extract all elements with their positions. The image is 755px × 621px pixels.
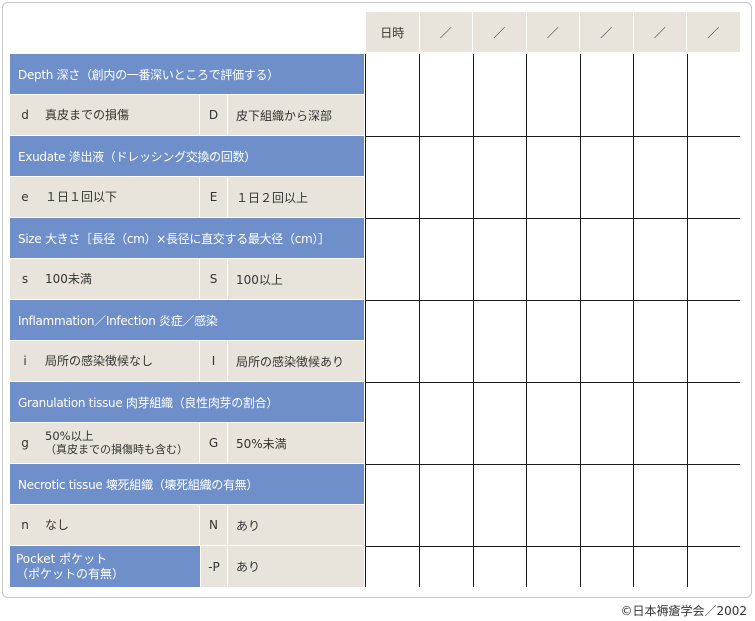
date-slot-6[interactable]: ／ — [686, 12, 740, 52]
score-code: G — [200, 423, 228, 463]
score-desc: 100未満 — [40, 259, 200, 299]
section-header-necrotic: Necrotic tissue 壊死組織（壊死組織の有無） — [10, 464, 364, 505]
score-code: N — [200, 505, 228, 545]
score-code: I — [200, 341, 228, 381]
grid-hline — [366, 546, 740, 547]
score-desc: 局所の感染徴候あり — [236, 354, 345, 369]
grid-vline — [473, 54, 474, 587]
score-desc-line: 50%以上 — [45, 428, 94, 443]
score-code: g — [21, 436, 29, 450]
score-code: n — [21, 518, 29, 532]
grid-vline — [526, 54, 527, 587]
copyright-text: ©日本褥瘡学会／2002 — [620, 604, 747, 618]
score-desc: １日１回以下 — [40, 177, 200, 217]
grid-hline — [366, 464, 740, 465]
score-code: S — [200, 259, 228, 299]
score-code: E — [200, 177, 228, 217]
score-desc: あり — [236, 518, 261, 533]
score-code: i — [23, 354, 27, 368]
section-header-depth: Depth 深さ（創内の一番深いところで評価する） — [10, 54, 364, 95]
score-code: s — [21, 272, 29, 286]
score-desc: 50%以上 （真皮までの損傷時も含む） — [40, 423, 200, 463]
criteria-row-necrotic: n なし N あり — [10, 505, 364, 546]
score-desc-line: （真皮までの損傷時も含む） — [45, 443, 188, 457]
criteria-row-depth: d 真皮までの損傷 D 皮下組織から深部 — [10, 95, 364, 136]
criteria-column: Depth 深さ（創内の一番深いところで評価する） d 真皮までの損傷 D 皮下… — [10, 54, 364, 587]
criteria-row-granulation: g 50%以上 （真皮までの損傷時も含む） G 50%未満 — [10, 423, 364, 464]
date-columns: 日時 ／ ／ ／ ／ ／ ／ — [365, 12, 740, 587]
score-code: e — [21, 190, 29, 204]
date-label: 日時 — [365, 12, 419, 52]
score-desc: 100以上 — [236, 272, 283, 287]
score-code: -P — [200, 546, 228, 587]
date-slot-1[interactable]: ／ — [418, 12, 472, 52]
section-header-granulation: Granulation tissue 肉芽組織（良性肉芽の割合） — [10, 382, 364, 423]
grid-hline — [366, 136, 740, 137]
date-slot-4[interactable]: ／ — [579, 12, 633, 52]
pocket-title: Pocket ポケット — [16, 551, 108, 566]
criteria-row-inflammation: i 局所の感染徴候なし I 局所の感染徴候あり — [10, 341, 364, 382]
date-slot-3[interactable]: ／ — [525, 12, 579, 52]
criteria-row-size: s 100未満 S 100以上 — [10, 259, 364, 300]
score-desc: 局所の感染徴候なし — [40, 341, 200, 381]
date-slot-2[interactable]: ／ — [472, 12, 526, 52]
section-header-exudate: Exudate 滲出液（ドレッシング交換の回数） — [10, 136, 364, 177]
score-desc: 50%未満 — [236, 436, 287, 451]
grid-hline — [366, 218, 740, 219]
date-slot-5[interactable]: ／ — [632, 12, 686, 52]
criteria-row-exudate: e １日１回以下 E １日２回以上 — [10, 177, 364, 218]
score-desc: １日２回以上 — [236, 190, 309, 205]
grid-vline — [687, 54, 688, 587]
date-header-row: 日時 ／ ／ ／ ／ ／ ／ — [365, 12, 740, 52]
grid-vline — [580, 54, 581, 587]
grid-vline — [419, 54, 420, 587]
grid-hline — [366, 382, 740, 383]
score-desc: なし — [40, 505, 200, 545]
criteria-row-pocket: Pocket ポケット （ポケットの有無） -P あり — [10, 546, 364, 587]
grid-vline — [633, 54, 634, 587]
section-header-size: Size 大きさ［長径（cm）×長径に直交する最大径（cm）］ — [10, 218, 364, 259]
score-grid[interactable] — [365, 54, 740, 587]
pocket-subtitle: （ポケットの有無） — [16, 566, 125, 581]
grid-hline — [366, 300, 740, 301]
section-header-inflammation: Inflammation／Infection 炎症／感染 — [10, 300, 364, 341]
score-code: D — [200, 95, 228, 135]
section-header-pocket: Pocket ポケット （ポケットの有無） — [10, 546, 200, 587]
score-desc: 真皮までの損傷 — [40, 95, 200, 135]
score-desc: あり — [228, 546, 364, 587]
score-code: d — [21, 108, 29, 122]
score-desc: 皮下組織から深部 — [236, 108, 333, 123]
